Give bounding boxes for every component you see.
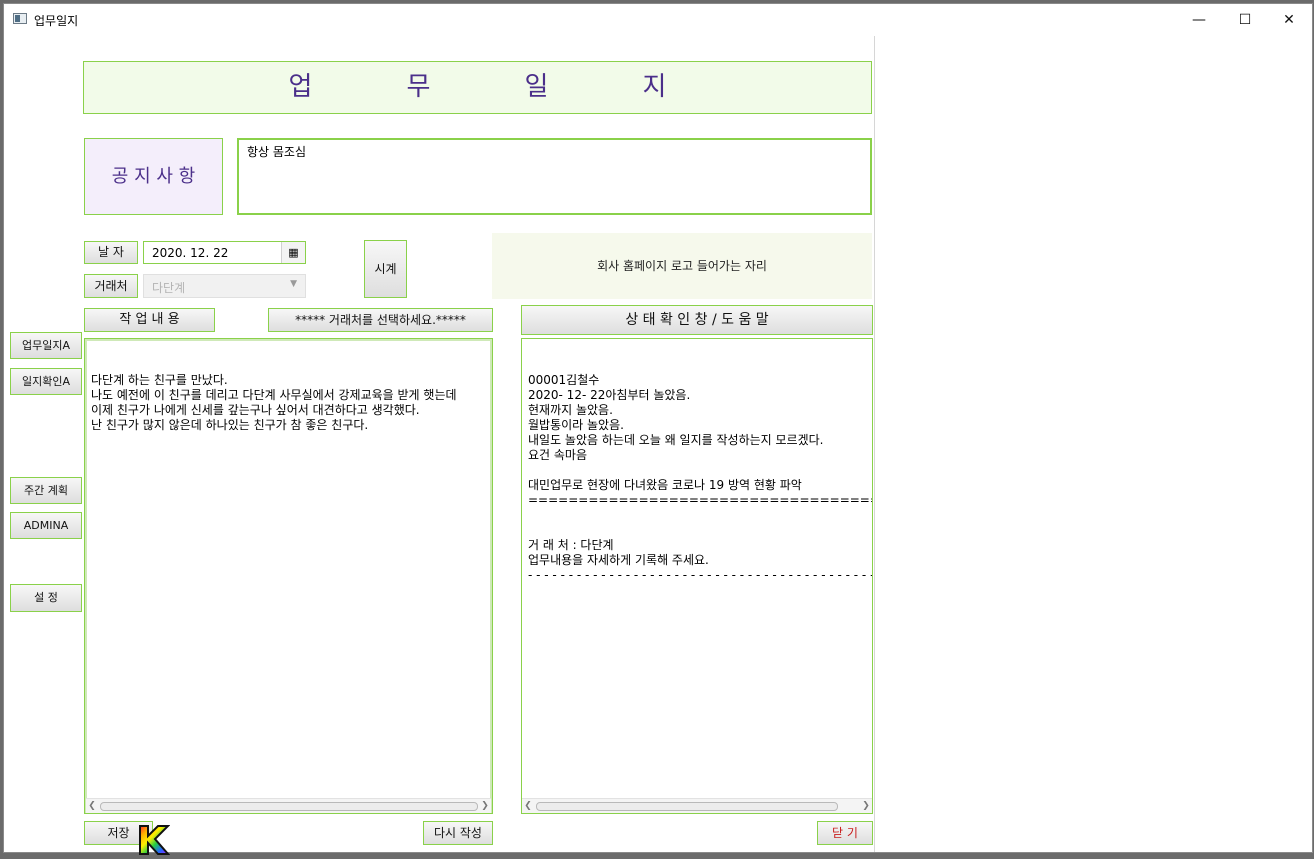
work-content-textarea[interactable]: 다단계 하는 친구를 만났다. 나도 예전에 이 친구를 데리고 다단계 사무실… [84, 338, 493, 814]
notice-label: 공 지 사 항 [84, 138, 223, 215]
sidebar-item-log-check[interactable]: 일지확인A [10, 368, 82, 395]
date-picker[interactable]: 2020. 12. 22 ▦ [143, 241, 306, 264]
client-label: 거래처 [84, 274, 138, 298]
date-value: 2020. 12. 22 [152, 246, 229, 260]
title-bar: 업무일지 — ☐ ✕ [4, 4, 1312, 36]
chevron-down-icon: ▼ [290, 279, 297, 289]
scroll-thumb[interactable] [536, 802, 838, 811]
maximize-icon[interactable]: ☐ [1222, 4, 1268, 36]
date-label: 날 자 [84, 241, 138, 264]
scroll-right-icon[interactable]: ❯ [479, 799, 491, 813]
calendar-icon[interactable]: ▦ [281, 242, 305, 263]
clock-button[interactable]: 시계 [364, 240, 407, 298]
page-title-char: 일 [524, 72, 549, 102]
client-select[interactable]: 다단계 ▼ [143, 274, 306, 298]
sidebar-item-settings[interactable]: 설 정 [10, 584, 82, 612]
work-content-text: 다단계 하는 친구를 만났다. 나도 예전에 이 친구를 데리고 다단계 사무실… [91, 373, 457, 432]
rewrite-button[interactable]: 다시 작성 [423, 821, 493, 845]
sidebar-item-admin[interactable]: ADMINA [10, 512, 82, 539]
app-icon [13, 13, 27, 24]
scroll-left-icon[interactable]: ❮ [86, 799, 98, 813]
sidebar-item-weekly-plan[interactable]: 주간 계획 [10, 477, 82, 504]
scroll-thumb[interactable] [100, 802, 478, 811]
app-window: 업무일지 — ☐ ✕ 업무일지 공 지 사 항 항상 몸조심 날 자 2020.… [3, 3, 1313, 855]
main-content: 업 무 일 지 공 지 사 항 항상 몸조심 날 자 2020. 12. 22 ▦ 거… [4, 36, 875, 855]
status-horizontal-scrollbar[interactable]: ❮ ❯ [522, 798, 872, 813]
scroll-left-icon[interactable]: ❮ [522, 799, 534, 813]
status-textarea[interactable]: 00001김철수 2020- 12- 22아침부터 놀았음. 현재까지 놀았음.… [521, 338, 873, 814]
client-placeholder: 다단계 [152, 281, 186, 295]
cursor-logo-icon [138, 824, 171, 856]
page-title-char: 무 [406, 72, 431, 102]
page-title-char: 지 [642, 72, 667, 102]
page-title: 업무일지 [83, 61, 872, 114]
page-title-char: 업 [288, 72, 313, 102]
company-logo-placeholder: 회사 홈페이지 로고 들어가는 자리 [492, 233, 872, 299]
sidebar-item-work-log[interactable]: 업무일지A [10, 332, 82, 359]
close-button[interactable]: 닫 기 [817, 821, 873, 845]
notice-textarea[interactable]: 항상 몸조심 [237, 138, 872, 215]
work-content-header: 작 업 내 용 [84, 308, 215, 332]
client-prompt-label: ***** 거래처를 선택하세요.***** [268, 308, 493, 332]
scroll-right-icon[interactable]: ❯ [860, 799, 872, 813]
close-window-icon[interactable]: ✕ [1266, 4, 1312, 36]
status-help-header: 상 태 확 인 창 / 도 움 말 [521, 305, 873, 335]
window-title: 업무일지 [34, 14, 79, 28]
status-text: 00001김철수 2020- 12- 22아침부터 놀았음. 현재까지 놀았음.… [528, 373, 872, 582]
work-horizontal-scrollbar[interactable]: ❮ ❯ [86, 798, 491, 813]
minimize-icon[interactable]: — [1176, 4, 1222, 36]
